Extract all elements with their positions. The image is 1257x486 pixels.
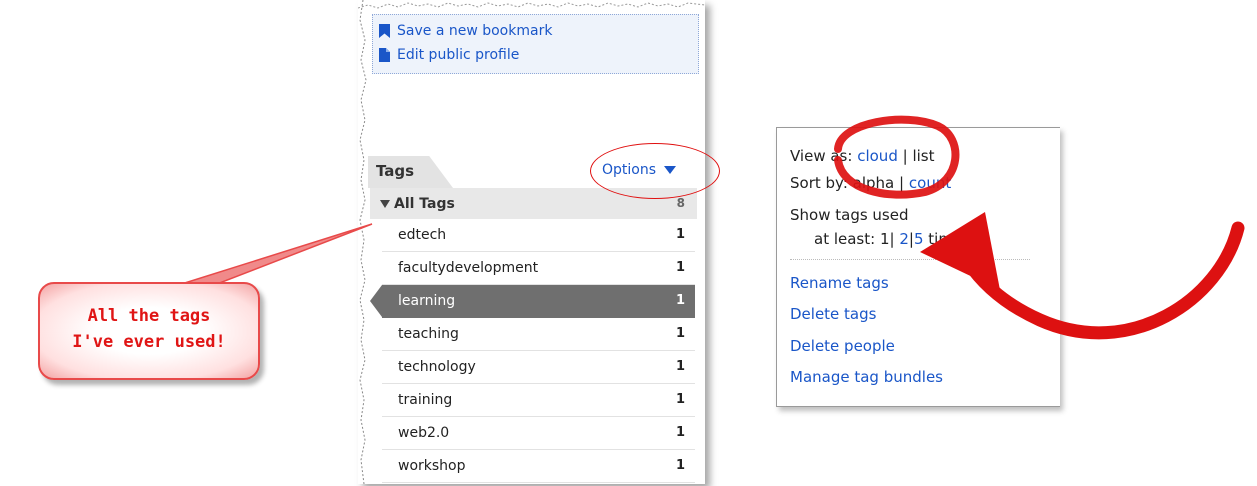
callout-line-1: All the tags — [87, 306, 211, 326]
options-highlight-oval — [590, 143, 720, 199]
popup-divider — [790, 259, 1030, 260]
save-bookmark-link[interactable]: Save a new bookmark — [379, 21, 552, 41]
tag-count: 1 — [675, 293, 685, 308]
edit-profile-label: Edit public profile — [397, 47, 520, 63]
tag-row-facultydevelopment[interactable]: facultydevelopment 1 — [382, 252, 695, 285]
tag-row-technology[interactable]: technology 1 — [382, 351, 695, 384]
sort-by-row: Sort by: alpha | count — [790, 174, 951, 192]
tag-name: learning — [398, 293, 456, 309]
tag-count: 1 — [675, 227, 685, 242]
delete-people-link[interactable]: Delete people — [790, 337, 895, 355]
tag-name: facultydevelopment — [398, 260, 539, 276]
all-tags-count: 8 — [676, 196, 685, 210]
view-as-row: View as: cloud | list — [790, 147, 935, 165]
tag-count: 1 — [675, 458, 685, 473]
tag-name: web2.0 — [398, 425, 450, 441]
tags-tab-label: Tags — [376, 162, 415, 180]
torn-left-edge — [359, 0, 367, 484]
all-tags-label: All Tags — [394, 196, 455, 212]
sort-alpha-option[interactable]: alpha — [853, 174, 895, 192]
view-separator: | — [902, 147, 908, 165]
tag-name: technology — [398, 359, 476, 375]
threshold-5-link[interactable]: 5 — [914, 230, 924, 248]
annotation-callout: All the tags I've ever used! — [38, 282, 260, 380]
threshold-separator: | — [889, 230, 895, 248]
tag-count: 1 — [675, 425, 685, 440]
threshold-1-option[interactable]: 1 — [880, 230, 890, 248]
tag-options-popup: View as: cloud | list Sort by: alpha | c… — [776, 127, 1060, 407]
tag-name: workshop — [398, 458, 466, 474]
sort-count-link[interactable]: count — [909, 174, 951, 192]
tag-row-teaching[interactable]: teaching 1 — [382, 318, 695, 351]
view-list-option[interactable]: list — [912, 147, 934, 165]
tag-count: 1 — [675, 260, 685, 275]
tag-list: edtech 1 facultydevelopment 1 learning 1… — [370, 219, 695, 483]
at-least-label: at least: — [814, 230, 876, 248]
sort-separator: | — [899, 174, 905, 192]
view-as-label: View as: — [790, 147, 853, 165]
edit-profile-link[interactable]: Edit public profile — [379, 45, 519, 65]
tag-row-edtech[interactable]: edtech 1 — [382, 219, 695, 252]
save-bookmark-label: Save a new bookmark — [397, 23, 553, 39]
tag-count: 1 — [675, 326, 685, 341]
document-icon — [379, 48, 390, 62]
caret-down-icon — [380, 200, 390, 208]
manage-tag-bundles-link[interactable]: Manage tag bundles — [790, 368, 943, 386]
tab-tags[interactable]: Tags — [368, 156, 453, 188]
tag-row-learning-selected[interactable]: learning 1 — [370, 285, 695, 318]
tag-row-workshop[interactable]: workshop 1 — [382, 450, 695, 483]
all-tags-label-wrap: All Tags — [380, 196, 455, 212]
tag-row-training[interactable]: training 1 — [382, 384, 695, 417]
tag-name: teaching — [398, 326, 459, 342]
tag-count: 1 — [675, 392, 685, 407]
tag-name: edtech — [398, 227, 447, 243]
tag-name: training — [398, 392, 453, 408]
times-label: times — [928, 230, 971, 248]
show-tags-row: Show tags used — [790, 206, 909, 224]
threshold-2-link[interactable]: 2 — [899, 230, 909, 248]
bookmark-icon — [379, 24, 390, 38]
sort-by-label: Sort by: — [790, 174, 848, 192]
tag-count: 1 — [675, 359, 685, 374]
show-tags-label: Show tags used — [790, 206, 909, 224]
callout-line-2: I've ever used! — [72, 332, 226, 352]
rename-tags-link[interactable]: Rename tags — [790, 274, 889, 292]
view-cloud-link[interactable]: cloud — [857, 147, 898, 165]
delete-tags-link[interactable]: Delete tags — [790, 305, 876, 323]
tags-sidebar-panel: Save a new bookmark Edit public profile … — [358, 0, 705, 484]
tag-row-web20[interactable]: web2.0 1 — [382, 417, 695, 450]
actions-box: Save a new bookmark Edit public profile — [372, 14, 699, 74]
threshold-row: at least: 1| 2|5 times — [814, 230, 970, 248]
